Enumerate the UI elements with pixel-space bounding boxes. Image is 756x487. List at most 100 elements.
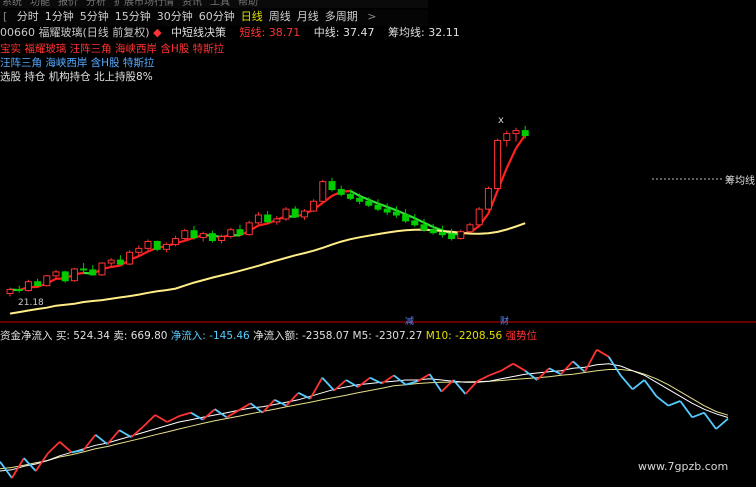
candle-body — [402, 214, 410, 222]
menu-item-0[interactable]: 系统 — [2, 0, 22, 8]
net-inflow-seg — [166, 415, 180, 423]
candle-body — [512, 130, 520, 135]
net-inflow-seg — [464, 380, 479, 395]
candle-body — [383, 208, 391, 213]
candle-body — [291, 208, 299, 218]
short-line-value: 38.71 — [268, 26, 301, 39]
event-mark-2: 财 — [500, 315, 509, 327]
candle-body — [245, 222, 253, 236]
net-inflow-seg — [679, 400, 693, 418]
candle-body — [208, 233, 216, 242]
candle-body — [89, 269, 97, 276]
candle-body — [365, 200, 373, 206]
timeframe-tab-8[interactable]: 月线 — [294, 10, 322, 24]
net-inflow-seg — [596, 348, 610, 358]
timeframe-tab-3[interactable]: 15分钟 — [112, 10, 154, 24]
indicator-dot-icon: ◆ — [153, 26, 162, 39]
timeframe-bracket: [ — [3, 10, 8, 23]
net-inflow-seg — [500, 362, 514, 372]
candle-body — [328, 181, 336, 190]
net-inflow-seg — [178, 411, 192, 418]
low-price-label: 21.18 — [18, 298, 44, 308]
candle-body — [144, 240, 152, 249]
candle-body — [52, 271, 60, 277]
candle-body — [218, 236, 226, 242]
candle-body — [190, 230, 198, 239]
net-inflow-seg — [691, 411, 705, 419]
net-total-value: -2358.07 — [301, 330, 350, 342]
candle-body — [466, 224, 474, 233]
candle-body — [420, 224, 428, 231]
concept-tags-row-2: 汪阵三角 海峡西岸 含H股 特斯拉 — [0, 57, 155, 69]
timeframe-tab-6[interactable]: 日线 — [238, 10, 266, 24]
menu-item-2[interactable]: 报价 — [58, 0, 78, 8]
candle-body — [429, 229, 437, 234]
concept-tags-row-3: 选股 持仓 机构持仓 北上持股8% — [0, 71, 153, 83]
candle-body — [484, 188, 492, 210]
mid-line-value: 37.47 — [342, 26, 375, 39]
menu-item-1[interactable]: 功能 — [30, 0, 50, 8]
menu-item-7[interactable]: 帮助 — [238, 0, 258, 8]
chip-line-label: 筹均线: — [387, 26, 425, 39]
net-inflow-seg — [11, 457, 25, 479]
candle-body — [107, 259, 115, 264]
net-total-label: 净流入额: — [253, 330, 299, 342]
net-inflow-seg — [142, 414, 156, 428]
candle-body — [356, 197, 364, 202]
timeframe-tab-2[interactable]: 5分钟 — [77, 10, 112, 24]
watermark-url: www.7gpzb.com — [638, 460, 729, 473]
net-inflow-seg — [560, 360, 574, 375]
timeframe-tab-7[interactable]: 周线 — [266, 10, 294, 24]
menu-item-5[interactable]: 资讯 — [182, 0, 202, 8]
net-inflow-seg — [59, 441, 73, 454]
timeframe-tab-4[interactable]: 30分钟 — [154, 10, 196, 24]
indicator-name[interactable]: 中短线决策 — [171, 26, 226, 39]
net-inflow-seg — [643, 379, 658, 397]
menu-item-4[interactable]: 扩展市场行情 — [114, 0, 174, 8]
candle-body — [503, 133, 511, 141]
short-line-seg — [111, 264, 121, 269]
candle-body — [135, 247, 143, 253]
candle-body — [6, 289, 14, 294]
timeframe-tab-9[interactable]: 多周期 — [322, 10, 361, 24]
net-inflow-seg — [476, 374, 490, 382]
net-inflow-seg — [655, 395, 669, 407]
timeframe-bar: [ 分时 1分钟 5分钟 15分钟 30分钟 60分钟 日线 周线 月线 多周期 > — [0, 10, 428, 26]
candle-body — [70, 268, 78, 282]
candle-body — [199, 233, 207, 239]
flow-indicator-name[interactable]: 资金净流入 — [0, 330, 53, 342]
candle-body — [273, 218, 281, 223]
short-line-seg — [505, 147, 517, 169]
candle-body — [181, 230, 189, 240]
net-inflow-value: -145.46 — [209, 330, 250, 342]
timeframe-tab-0[interactable]: 分时 — [14, 10, 42, 24]
candle-body — [227, 229, 235, 238]
menu-item-6[interactable]: 工具 — [210, 0, 230, 8]
sell-value: 669.80 — [130, 330, 168, 342]
m10-label: M10: — [425, 330, 452, 342]
candle-body — [521, 130, 529, 137]
net-inflow-seg — [417, 373, 431, 382]
sell-label: 卖: — [113, 330, 128, 342]
candle-body — [337, 188, 345, 195]
net-inflow-seg — [381, 374, 395, 385]
net-inflow-seg — [572, 360, 586, 373]
net-inflow-seg — [106, 429, 121, 445]
candle-body — [475, 208, 483, 226]
net-inflow-seg — [357, 376, 371, 388]
candle-body — [34, 281, 42, 287]
net-inflow-seg — [130, 425, 144, 438]
net-inflow-seg — [154, 414, 168, 423]
menu-item-3[interactable]: 分析 — [86, 0, 106, 8]
timeframe-tab-5[interactable]: 60分钟 — [196, 10, 238, 24]
money-flow-header: 资金净流入 买: 524.34 卖: 669.80 净流入: -145.46 净… — [0, 329, 537, 343]
stock-code-title: 00660 福耀玻璃(日线 前复权) — [0, 26, 150, 39]
candle-body — [153, 240, 161, 250]
net-inflow-seg — [536, 367, 550, 381]
timeframe-tab-1[interactable]: 1分钟 — [42, 10, 77, 24]
timeframe-more-button[interactable]: > — [364, 10, 379, 24]
m5-line — [0, 363, 729, 472]
net-inflow-seg — [631, 379, 646, 391]
candle-body — [264, 214, 272, 223]
net-inflow-seg — [619, 374, 634, 390]
